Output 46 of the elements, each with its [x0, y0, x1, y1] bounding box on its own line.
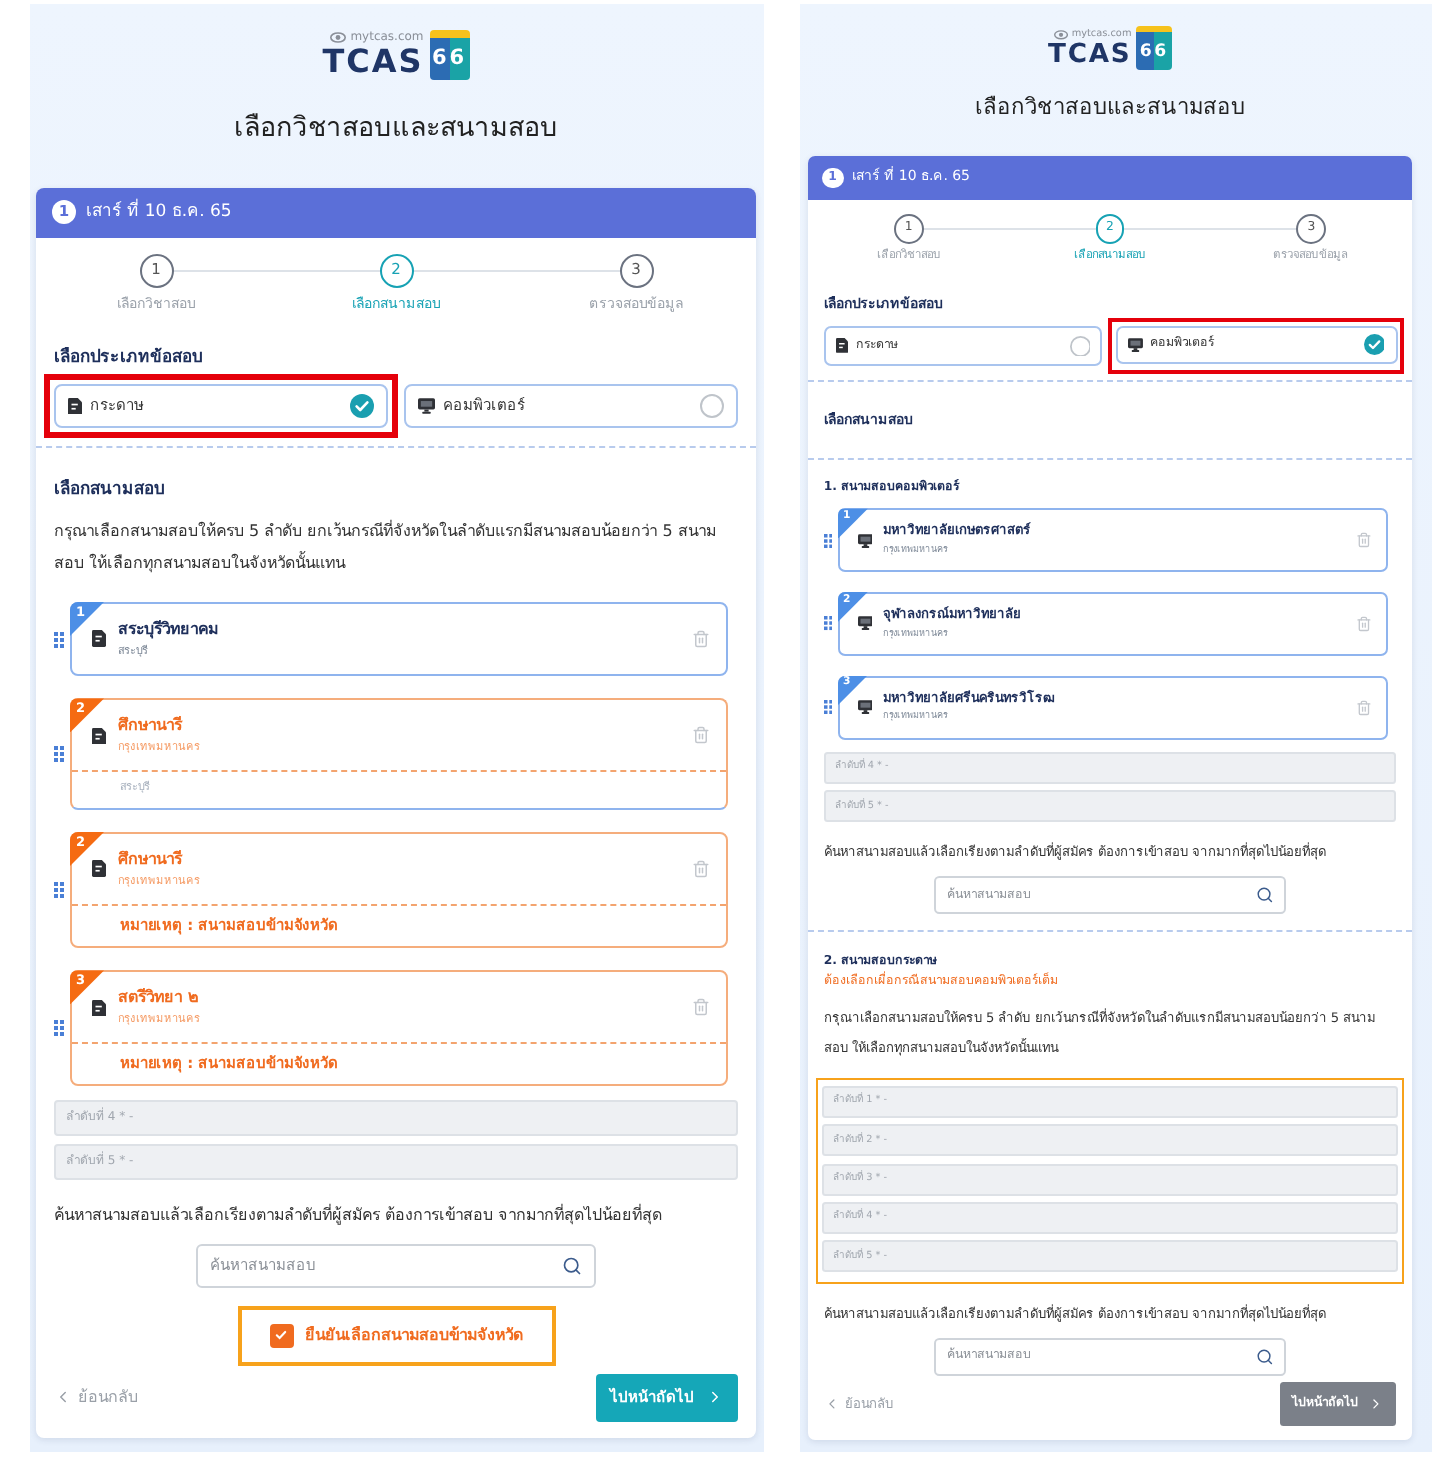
chevron-left-icon — [823, 1396, 840, 1412]
page-title: เลือกวิชาสอบและสนามสอบ — [232, 112, 560, 148]
drag-handle-icon[interactable] — [823, 700, 833, 715]
chevron-left-icon — [54, 1388, 72, 1407]
brand-name: TCAS — [322, 46, 424, 78]
drag-handle-icon[interactable] — [823, 533, 833, 548]
document-icon — [92, 999, 106, 1017]
drag-handle-icon[interactable] — [54, 746, 64, 763]
drag-handle-icon[interactable] — [54, 882, 64, 899]
intro-text: กรุณาเลือกสนามสอบให้ครบ 5 ลำดับ ยกเว้นกรณีที่จังหวัดในลำดับแรกมีสนามสอบน้อยกว่า 5 สนามสอบ ให้เลือกทุกสนามสอบในจังหวัดนั้นแทน — [54, 518, 718, 577]
eye-icon — [330, 32, 347, 44]
venue-name: สระบุรีวิทยาคม — [118, 620, 220, 640]
year-badge: 66 — [429, 30, 470, 80]
back-link[interactable]: ย้อนกลับ — [54, 1388, 138, 1407]
drag-handle-icon[interactable] — [54, 1020, 64, 1037]
document-icon — [92, 630, 106, 648]
check-icon — [274, 1328, 288, 1343]
page-title: เลือกวิชาสอบและสนามสอบ — [973, 94, 1247, 124]
search-icon[interactable] — [562, 1255, 582, 1276]
monitor-icon — [418, 397, 435, 414]
drag-handle-icon[interactable] — [54, 631, 64, 648]
checkbox-label: ยืนยันเลือกสนามสอบข้ามจังหวัด — [305, 1325, 523, 1346]
venue-name: ศึกษานารี — [118, 850, 185, 870]
section-heading: เลือกประเภทข้อสอบ — [54, 347, 204, 370]
document-icon — [836, 338, 849, 354]
venue-name: ศึกษานารี — [118, 716, 185, 736]
document-icon — [92, 860, 106, 878]
eye-icon — [1054, 30, 1069, 40]
monitor-icon — [1128, 337, 1144, 352]
search-icon[interactable] — [1255, 1347, 1274, 1366]
chevron-right-icon — [706, 1388, 724, 1407]
document-icon — [68, 397, 82, 415]
document-icon — [92, 727, 106, 745]
venue-name: สตรีวิทยา ๒ — [118, 988, 200, 1008]
monitor-icon — [857, 616, 873, 632]
checkbox[interactable] — [269, 1323, 293, 1348]
year-badge: 66 — [1136, 26, 1172, 71]
chevron-right-icon — [1368, 1396, 1384, 1412]
section-heading: เลือกสนามสอบ — [54, 479, 166, 503]
monitor-icon — [857, 700, 873, 715]
instruction-text: ค้นหาสนามสอบแล้วเลือกเรียงตามลำดับที่ผู้สมัคร ต้องการเข้าสอบ จากมากที่สุดไปน้อยที่สุด — [54, 1206, 665, 1228]
brand-name: TCAS — [1048, 41, 1132, 68]
drag-handle-icon[interactable] — [823, 616, 833, 632]
monitor-icon — [857, 533, 873, 548]
exam-date: เสาร์ ที่ 10 ธ.ค. 65 — [86, 203, 232, 221]
search-icon[interactable] — [1255, 886, 1274, 905]
